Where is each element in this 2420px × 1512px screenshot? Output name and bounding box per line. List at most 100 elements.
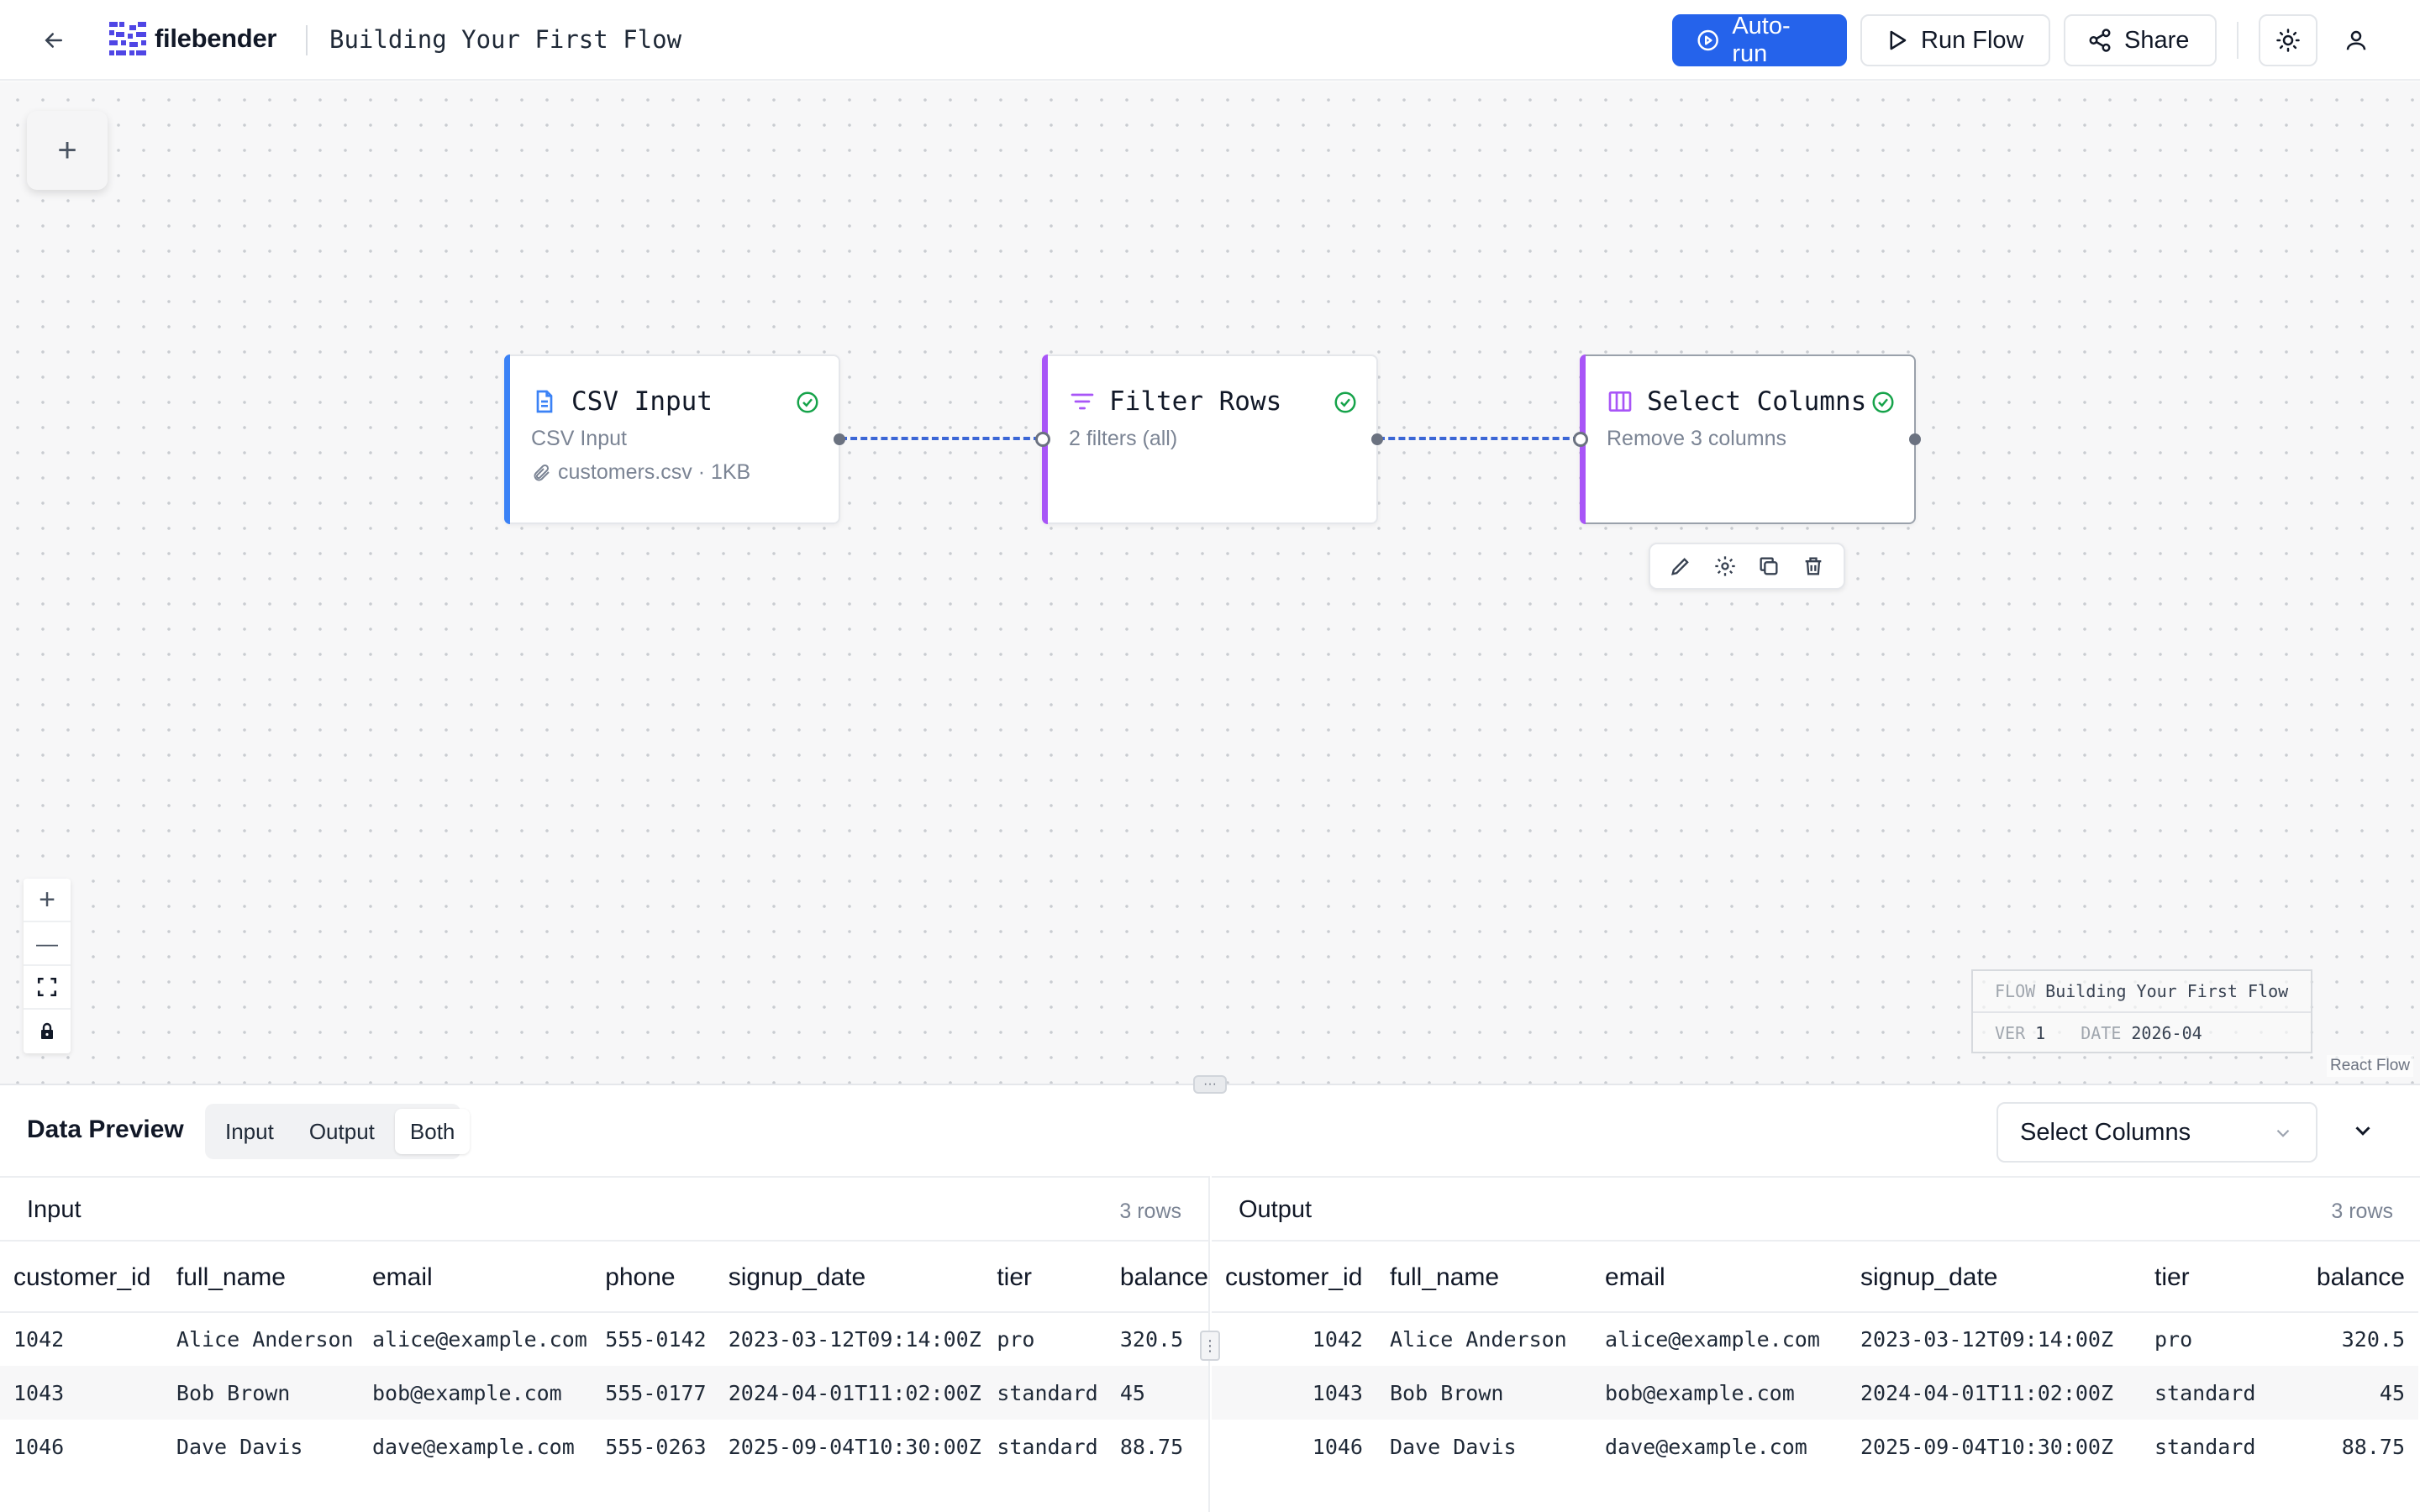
auto-run-button[interactable]: Auto-run [1672,13,1847,67]
table-cell[interactable]: 1042 [0,1312,163,1366]
table-cell[interactable]: standard [983,1420,1107,1473]
output-handle[interactable] [1909,433,1921,445]
back-button[interactable] [37,24,71,57]
output-handle[interactable] [1371,433,1383,445]
edge-csv-to-filter[interactable] [840,437,1040,440]
node-select-columns[interactable]: Select Columns Remove 3 columns [1573,354,1921,524]
table-cell[interactable]: 555-0263 [592,1420,715,1473]
pane-split-handle[interactable]: ⋮ [1200,1331,1220,1361]
flow-info-meta-row: VER 1 DATE 2026-04 [1995,1023,2202,1043]
table-cell[interactable]: 555-0177 [592,1366,715,1420]
column-header[interactable]: phone [592,1243,715,1313]
table-cell[interactable]: 320.5 [2269,1312,2418,1366]
flow-title[interactable]: Building Your First Flow [329,25,681,54]
column-header[interactable]: tier [983,1243,1107,1313]
input-handle[interactable] [1573,432,1588,447]
node-csv-input[interactable]: CSV Input CSV Input customers.csv · 1KB [504,354,845,524]
table-cell[interactable]: 1043 [1212,1366,1376,1420]
share-button[interactable]: Share [2064,14,2217,66]
node-settings-button[interactable] [1711,552,1739,580]
table-cell[interactable]: 88.75 [1107,1420,1208,1473]
add-node-button[interactable]: + [27,111,108,190]
run-flow-button[interactable]: Run Flow [1860,14,2050,66]
column-header[interactable]: customer_id [1212,1243,1376,1313]
table-cell[interactable]: bob@example.com [358,1366,592,1420]
table-cell[interactable]: 1043 [0,1366,163,1420]
filebender-logo-icon [109,22,146,55]
column-header[interactable]: balance [2269,1243,2418,1313]
table-cell[interactable]: bob@example.com [1591,1366,1847,1420]
table-cell[interactable]: Bob Brown [162,1366,359,1420]
collapse-panel-button[interactable] [2346,1114,2380,1147]
zoom-out-button[interactable]: — [24,922,71,966]
table-cell[interactable]: 2025-09-04T10:30:00Z [715,1420,984,1473]
table-cell[interactable]: pro [2141,1312,2269,1366]
table-cell[interactable]: standard [983,1366,1107,1420]
table-cell[interactable]: 45 [2269,1366,2418,1420]
table-cell[interactable]: alice@example.com [1591,1312,1847,1366]
column-header[interactable]: signup_date [1847,1243,2141,1313]
table-cell[interactable]: 1046 [1212,1420,1376,1473]
column-header[interactable]: full_name [162,1243,359,1313]
run-flow-label: Run Flow [1921,26,2024,54]
header-separator [2237,22,2238,59]
table-cell[interactable]: 2024-04-01T11:02:00Z [1847,1366,2141,1420]
delete-node-button[interactable] [1799,552,1828,580]
duplicate-node-button[interactable] [1754,552,1783,580]
table-cell[interactable]: standard [2141,1366,2269,1420]
column-header[interactable]: tier [2141,1243,2269,1313]
tab-both[interactable]: Both [394,1109,471,1154]
table-cell[interactable]: 2025-09-04T10:30:00Z [1847,1420,2141,1473]
column-header[interactable]: signup_date [714,1243,984,1313]
auto-run-label: Auto-run [1732,13,1791,67]
table-cell[interactable]: Alice Anderson [1376,1312,1591,1366]
output-pane: Output 3 rows customer_id full_name emai… [1212,1176,2420,1512]
check-circle-icon [1872,391,1894,413]
tab-output[interactable]: Output [294,1109,390,1154]
table-cell[interactable]: standard [2141,1420,2269,1473]
column-header[interactable]: customer_id [0,1243,163,1313]
table-cell[interactable]: 555-0142 [592,1312,715,1366]
input-handle[interactable] [1035,432,1050,447]
theme-toggle-button[interactable] [2259,14,2317,66]
table-cell[interactable]: 2024-04-01T11:02:00Z [714,1366,984,1420]
panel-resize-handle[interactable]: ··· [1193,1075,1227,1094]
table-cell[interactable]: 2023-03-12T09:14:00Z [715,1312,984,1366]
table-cell[interactable]: 88.75 [2269,1420,2418,1473]
column-header[interactable]: full_name [1376,1243,1591,1313]
flow-canvas[interactable]: + CSV Input CSV Input customers.csv · 1K… [0,82,2420,1084]
table-cell[interactable]: 2023-03-12T09:14:00Z [1847,1312,2141,1366]
table-cell[interactable]: alice@example.com [359,1312,592,1366]
column-header[interactable]: email [358,1243,592,1313]
table-cell[interactable]: Alice Anderson [163,1312,359,1366]
table-cell[interactable]: pro [983,1312,1107,1366]
table-header-row: customer_id full_name email phone signup… [0,1243,1208,1313]
lock-button[interactable] [24,1010,71,1053]
logo[interactable]: filebender [108,18,276,59]
table-cell[interactable]: dave@example.com [1591,1420,1847,1473]
node-filter-rows[interactable]: Filter Rows 2 filters (all) [1035,354,1383,524]
table-cell[interactable]: Dave Davis [1376,1420,1591,1473]
fit-view-button[interactable] [24,966,71,1010]
table-header-row: customer_id full_name email signup_date … [1212,1243,2418,1313]
table-cell[interactable]: 45 [1106,1366,1208,1420]
user-menu-button[interactable] [2338,22,2375,59]
table-cell[interactable]: Bob Brown [1376,1366,1591,1420]
table-cell[interactable]: 1046 [0,1420,163,1473]
node-title: Filter Rows [1109,386,1282,417]
table-cell[interactable]: 1042 [1212,1312,1376,1366]
column-header[interactable]: email [1591,1243,1847,1313]
table-cell[interactable]: Dave Davis [163,1420,359,1473]
output-handle[interactable] [834,433,845,445]
view-mode-tabs: Input Output Both [205,1104,471,1159]
table-cell[interactable]: dave@example.com [359,1420,592,1473]
tab-input[interactable]: Input [210,1109,289,1154]
react-flow-attribution[interactable]: React Flow [2326,1055,2413,1077]
table-cell[interactable]: 320.5 [1107,1312,1208,1366]
play-circle-icon [1697,29,1718,51]
column-header[interactable]: balance [1106,1243,1208,1313]
node-select-dropdown[interactable]: Select Columns [1996,1102,2317,1163]
zoom-in-button[interactable]: + [24,879,71,922]
edge-filter-to-select[interactable] [1378,437,1580,440]
edit-node-button[interactable] [1666,552,1695,580]
